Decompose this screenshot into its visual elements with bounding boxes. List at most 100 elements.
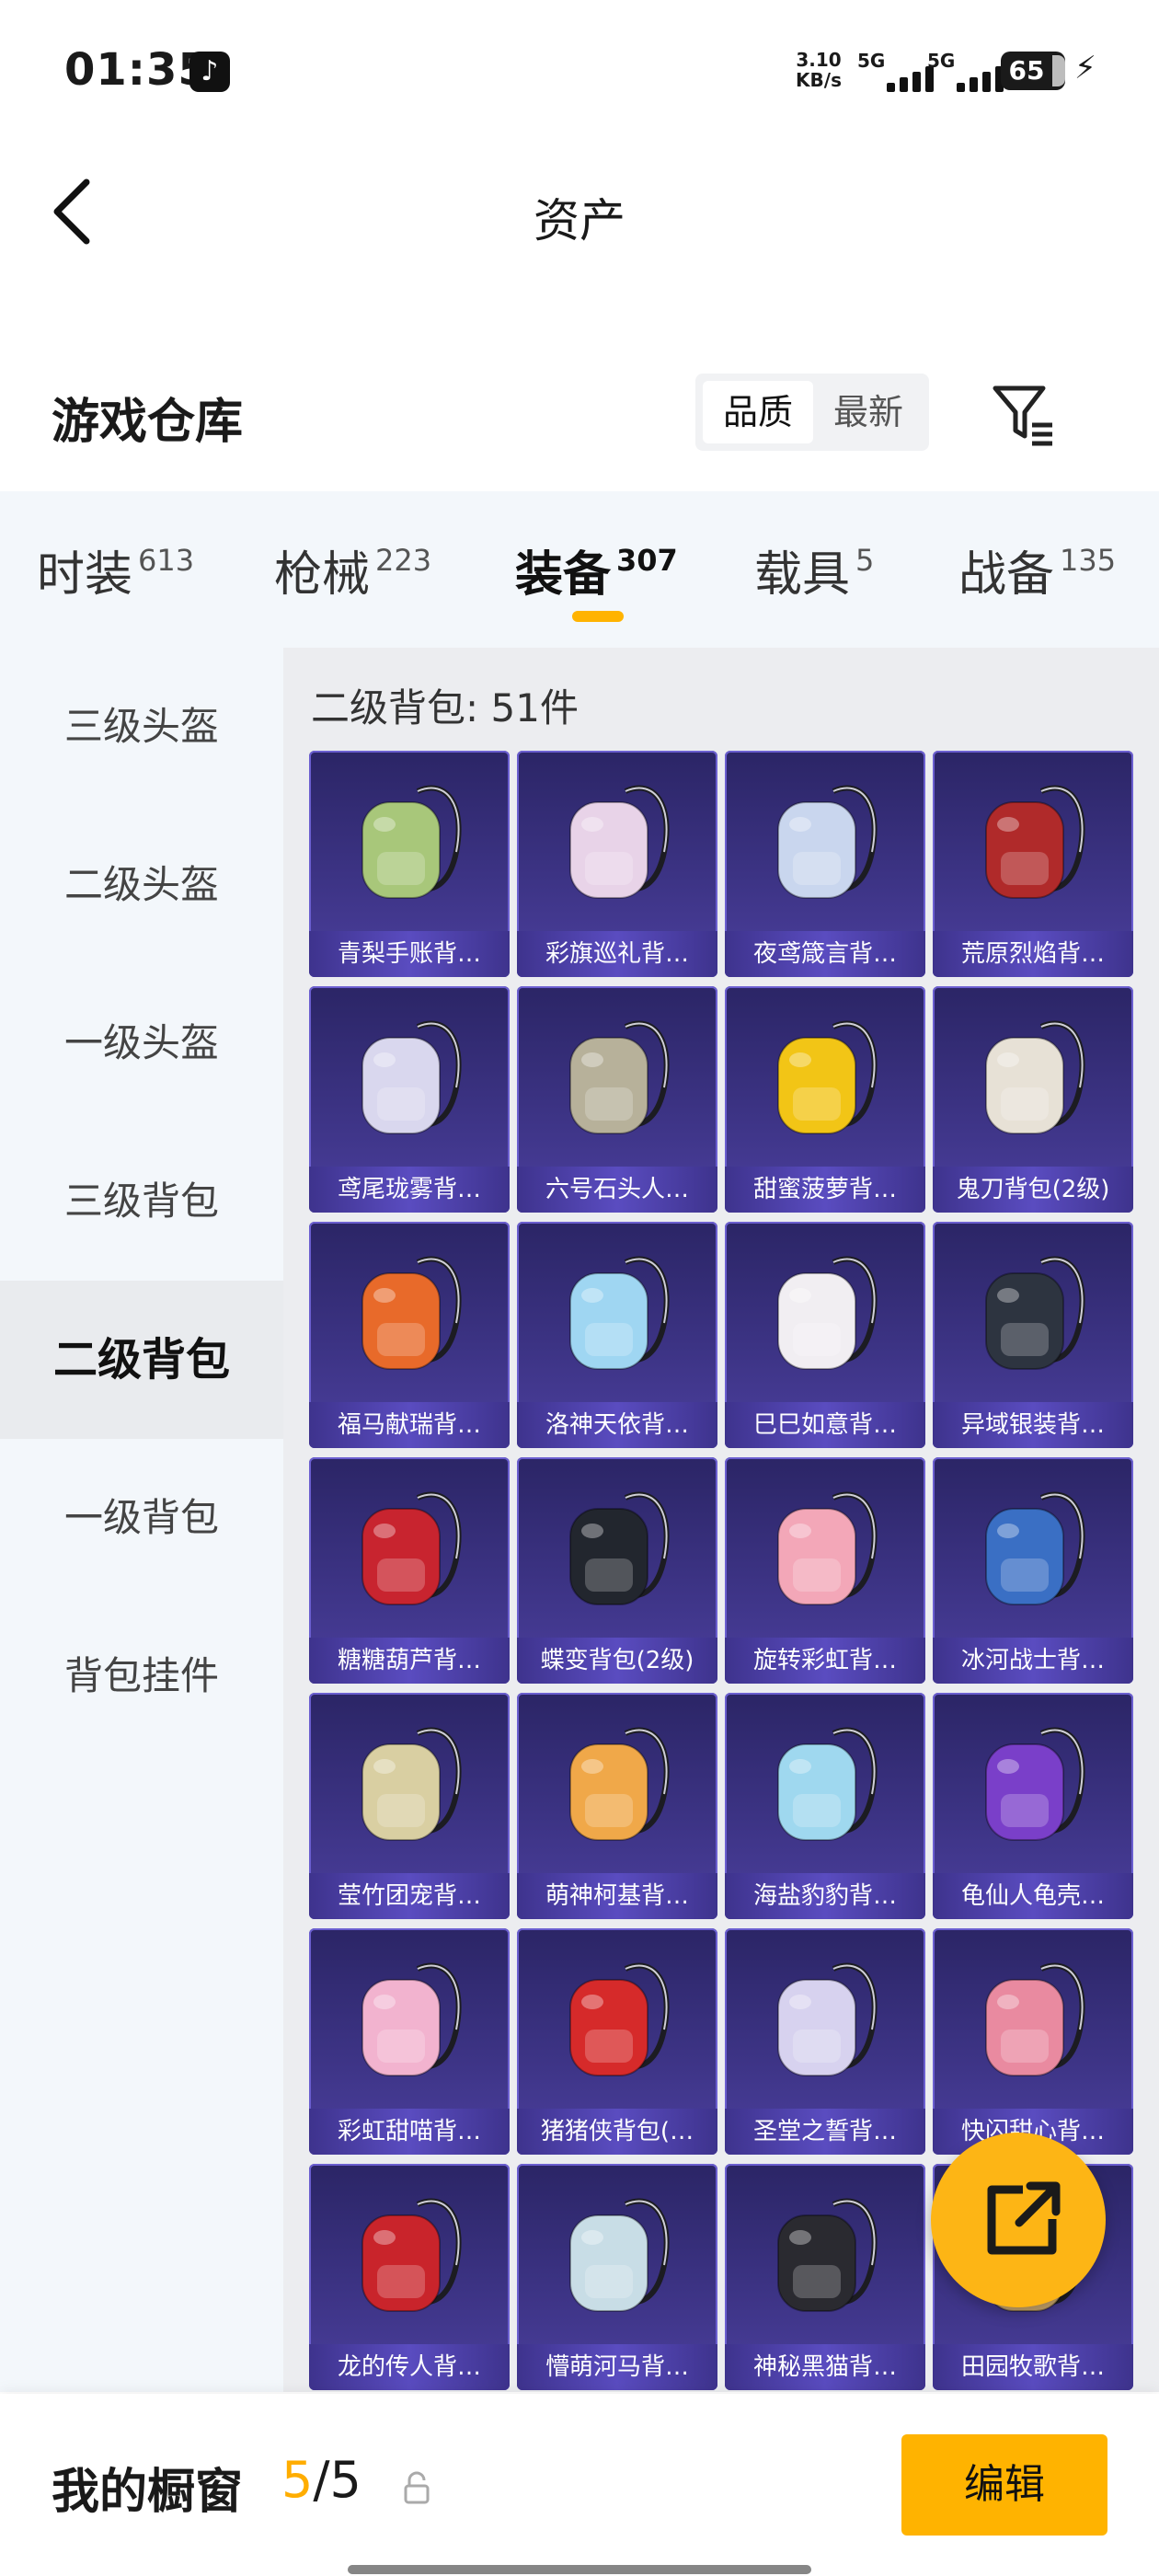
item-card[interactable]: 旋转彩虹背… <box>725 1457 925 1684</box>
backpack-icon <box>777 1020 878 1134</box>
item-card[interactable]: 莹竹团宠背… <box>309 1693 510 1919</box>
item-card[interactable]: 荒原烈焰背… <box>933 751 1133 977</box>
filter-button[interactable] <box>986 377 1060 451</box>
item-card[interactable]: 彩旗巡礼背… <box>517 751 717 977</box>
tab-label: 时装 <box>37 547 133 603</box>
sidebar-item-backpack-charm[interactable]: 背包挂件 <box>0 1597 283 1755</box>
sidebar-item-level1-helmet[interactable]: 一级头盔 <box>0 964 283 1122</box>
item-name: 彩虹甜喵背… <box>309 2109 510 2155</box>
backpack-icon <box>361 1962 462 2076</box>
backpack-icon <box>569 2198 670 2312</box>
warehouse-header: 游戏仓库 品质 最新 <box>0 350 1159 478</box>
backpack-icon <box>985 1962 1085 2076</box>
item-card[interactable]: 洛神天依背… <box>517 1222 717 1448</box>
item-card[interactable]: 鬼刀背包(2级) <box>933 986 1133 1213</box>
battery-icon: 65 <box>1001 52 1065 90</box>
item-card[interactable]: 猪猪侠背包(… <box>517 1928 717 2155</box>
item-card[interactable]: 冰河战士背… <box>933 1457 1133 1684</box>
backpack-icon <box>569 1727 670 1841</box>
backpack-icon <box>777 1962 878 2076</box>
item-card[interactable]: 萌神柯基背… <box>517 1693 717 1919</box>
tab-vehicles[interactable]: 载具 5 <box>754 535 874 609</box>
item-name: 青梨手账背… <box>309 931 510 977</box>
status-bar: 01:35 ♪ 3.10 KB/s 5G 5G 65 ⚡ <box>0 0 1159 147</box>
item-name: 夜鸢箴言背… <box>725 931 925 977</box>
lock-icon <box>404 2471 430 2504</box>
tab-fashion[interactable]: 时装 613 <box>37 535 194 609</box>
backpack-icon <box>361 1256 462 1370</box>
backpack-icon <box>777 785 878 899</box>
item-name: 猪猪侠背包(… <box>517 2109 717 2155</box>
bottom-bar: 我的橱窗 5/5 编辑 <box>0 2394 1159 2576</box>
sidebar-item-level3-backpack[interactable]: 三级背包 <box>0 1122 283 1281</box>
item-name: 鸢尾珑雾背… <box>309 1167 510 1213</box>
item-card[interactable]: 糖糖葫芦背… <box>309 1457 510 1684</box>
showcase-current: 5 <box>281 2451 314 2509</box>
item-name: 洛神天依背… <box>517 1402 717 1448</box>
sort-latest-option[interactable]: 最新 <box>815 381 922 443</box>
backpack-icon <box>985 785 1085 899</box>
share-fab-button[interactable] <box>931 2133 1106 2307</box>
item-card[interactable]: 福马献瑞背… <box>309 1222 510 1448</box>
item-name: 神秘黑猫背… <box>725 2344 925 2390</box>
tab-label: 装备 <box>515 547 612 603</box>
item-card[interactable]: 龟仙人龟壳… <box>933 1693 1133 1919</box>
item-card[interactable]: 懵萌河马背… <box>517 2164 717 2390</box>
item-card[interactable]: 六号石头人… <box>517 986 717 1213</box>
tiktok-icon: ♪ <box>189 52 230 92</box>
tab-count: 613 <box>138 543 195 578</box>
page-title: 资产 <box>534 194 625 247</box>
item-card[interactable]: 青梨手账背… <box>309 751 510 977</box>
tab-weapons[interactable]: 枪械 223 <box>274 535 431 609</box>
backpack-icon <box>985 1727 1085 1841</box>
sort-quality-option[interactable]: 品质 <box>703 381 813 443</box>
sidebar-item-level2-backpack[interactable]: 二级背包 <box>0 1281 283 1439</box>
sidebar-item-level2-helmet[interactable]: 二级头盔 <box>0 806 283 964</box>
tab-label: 枪械 <box>274 547 371 603</box>
item-card[interactable]: 鸢尾珑雾背… <box>309 986 510 1213</box>
item-name: 龟仙人龟壳… <box>933 1873 1133 1919</box>
tab-count: 307 <box>616 543 678 578</box>
edit-button[interactable]: 编辑 <box>901 2434 1107 2536</box>
tab-count: 135 <box>1060 543 1117 578</box>
backpack-icon <box>569 785 670 899</box>
item-name: 龙的传人背… <box>309 2344 510 2390</box>
item-name: 鬼刀背包(2级) <box>933 1167 1133 1213</box>
item-card[interactable]: 海盐豹豹背… <box>725 1693 925 1919</box>
item-name: 萌神柯基背… <box>517 1873 717 1919</box>
item-card[interactable]: 蝶变背包(2级) <box>517 1457 717 1684</box>
item-card[interactable]: 快闪甜心背… <box>933 1928 1133 2155</box>
tab-label: 战备 <box>958 547 1055 603</box>
net-speed: 3.10 KB/s <box>793 50 844 90</box>
item-count-title: 二级背包: 51件 <box>311 685 579 730</box>
item-name: 巳巳如意背… <box>725 1402 925 1448</box>
item-name: 海盐豹豹背… <box>725 1873 925 1919</box>
status-time: 01:35 <box>64 44 210 96</box>
item-card[interactable]: 异域银装背… <box>933 1222 1133 1448</box>
item-card[interactable]: 甜蜜菠萝背… <box>725 986 925 1213</box>
item-card[interactable]: 圣堂之誓背… <box>725 1928 925 2155</box>
sidebar-item-level3-helmet[interactable]: 三级头盔 <box>0 648 283 806</box>
item-name: 异域银装背… <box>933 1402 1133 1448</box>
item-card[interactable]: 巳巳如意背… <box>725 1222 925 1448</box>
item-card[interactable]: 龙的传人背… <box>309 2164 510 2390</box>
tab-count: 5 <box>855 543 875 578</box>
showcase-total: /5 <box>313 2451 361 2509</box>
item-card[interactable]: 神秘黑猫背… <box>725 2164 925 2390</box>
battery-level: 65 <box>1008 55 1045 86</box>
tab-label: 载具 <box>754 547 851 603</box>
backpack-icon <box>985 1256 1085 1370</box>
item-card[interactable]: 彩虹甜喵背… <box>309 1928 510 2155</box>
category-tabs: 时装 613 枪械 223 装备 307 载具 5 战备 135 <box>0 491 1159 648</box>
backpack-icon <box>777 2198 878 2312</box>
backpack-icon <box>985 1491 1085 1605</box>
item-card[interactable]: 夜鸢箴言背… <box>725 751 925 977</box>
tab-count: 223 <box>375 543 432 578</box>
warehouse-title: 游戏仓库 <box>52 395 244 450</box>
sidebar-item-level1-backpack[interactable]: 一级背包 <box>0 1439 283 1597</box>
item-name: 旋转彩虹背… <box>725 1638 925 1684</box>
tab-equipment[interactable]: 装备 307 <box>515 535 678 609</box>
backpack-icon <box>361 2198 462 2312</box>
tab-combat-gear[interactable]: 战备 135 <box>958 535 1116 609</box>
item-name: 莹竹团宠背… <box>309 1873 510 1919</box>
